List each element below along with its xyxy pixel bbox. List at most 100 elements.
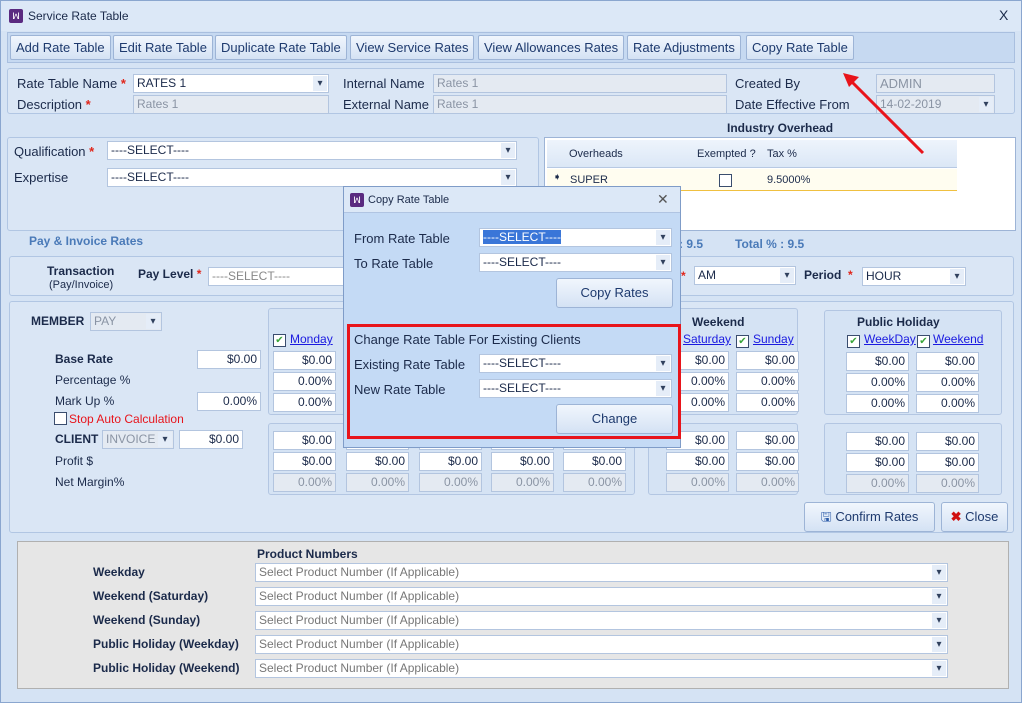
close-icon[interactable]: X [999,7,1008,23]
internal-name-field[interactable]: Rates 1 [433,74,727,93]
rate-cell[interactable]: 0.00% [273,393,336,412]
existing-rate-table-select[interactable]: ----SELECT---- [479,354,672,373]
product-row-label: Weekday [93,565,145,579]
rate-cell[interactable]: $0.00 [491,452,554,471]
from-rate-table-select[interactable]: ----SELECT---- [479,228,672,247]
rate-cell[interactable]: $0.00 [846,432,909,451]
rate-cell[interactable]: $0.00 [916,432,979,451]
client-value-field[interactable]: $0.00 [179,430,243,449]
rate-cell[interactable]: $0.00 [736,431,799,450]
product-number-select[interactable]: Select Product Number (If Applicable) [255,635,948,654]
stop-auto-calculation-label: Stop Auto Calculation [69,412,184,426]
rate-cell[interactable]: 0.00% [736,372,799,391]
rate-cell[interactable]: $0.00 [346,452,409,471]
toolbar-button-view-allowances-rates[interactable]: View Allowances Rates [478,35,625,60]
sunday-checkbox[interactable]: ✔ [736,335,749,348]
ph-weekday-link[interactable]: WeekDay [864,332,916,346]
description-field[interactable]: Rates 1 [133,95,329,114]
exempted-checkbox[interactable] [719,174,732,187]
toolbar-button-rate-adjustments[interactable]: Rate Adjustments [627,35,741,60]
dialog-close-icon[interactable]: ✕ [657,191,669,208]
rate-cell[interactable]: $0.00 [273,452,336,471]
ph-weekend-link[interactable]: Weekend [933,332,983,346]
pay-invoice-title: Pay & Invoice Rates [29,234,144,248]
expertise-select[interactable]: ----SELECT---- [107,168,517,187]
product-row-label: Weekend (Saturday) [93,589,209,603]
to-rate-table-select[interactable]: ----SELECT---- [479,253,672,272]
product-number-select[interactable]: Select Product Number (If Applicable) [255,587,948,606]
rate-cell[interactable]: $0.00 [846,453,909,472]
external-name-label: External Name [343,97,429,112]
rate-cell[interactable]: $0.00 [273,431,336,450]
rate-cell[interactable]: 0.00% [916,394,979,413]
toolbar-button-add-rate-table[interactable]: Add Rate Table [10,35,111,60]
rate-cell[interactable]: $0.00 [563,452,626,471]
toolbar-button-view-service-rates[interactable]: View Service Rates [350,35,475,60]
copy-rates-button[interactable]: Copy Rates [556,278,673,308]
rate-cell: 0.00% [563,473,626,492]
base-rate-field[interactable]: $0.00 [197,350,261,369]
rate-cell[interactable]: $0.00 [666,452,729,471]
saturday-link[interactable]: Saturday [683,332,731,346]
rate-cell[interactable]: $0.00 [419,452,482,471]
rate-cell: 0.00% [736,473,799,492]
product-number-select[interactable]: Select Product Number (If Applicable) [255,563,948,582]
ph-weekday-checkbox[interactable]: ✔ [847,335,860,348]
expertise-label: Expertise [14,170,69,185]
rate-cell[interactable]: $0.00 [916,352,979,371]
stop-auto-calculation-checkbox[interactable] [54,412,67,425]
base-rate-label: Base Rate [55,352,114,366]
app-logo-icon: ꟽ [9,9,23,23]
copy-rate-table-dialog: ꟽ Copy Rate Table ✕ From Rate Table ----… [343,186,681,448]
rate-cell: 0.00% [666,473,729,492]
rate-cell[interactable]: $0.00 [736,351,799,370]
rate-cell[interactable]: 0.00% [846,373,909,392]
overhead-name: SUPER [570,174,608,186]
confirm-rates-button[interactable]: 🖫 Confirm Rates [804,502,935,532]
col-overheads: Overheads [569,148,623,160]
col-exempted: Exempted ? [697,148,756,160]
am-pm-select[interactable]: AM [694,266,796,285]
public-holiday-title: Public Holiday [857,315,940,329]
toolbar-button-copy-rate-table[interactable]: Copy Rate Table [746,35,854,60]
change-section-title: Change Rate Table For Existing Clients [354,332,581,347]
rate-cell[interactable]: $0.00 [916,453,979,472]
title-bar: ꟽ Service Rate Table X [1,1,1021,31]
product-number-select[interactable]: Select Product Number (If Applicable) [255,659,948,678]
rate-cell: 0.00% [916,474,979,493]
product-row-label: Public Holiday (Weekday) [93,637,239,651]
qualification-select[interactable]: ----SELECT---- [107,141,517,160]
percentage-label: Percentage % [55,373,131,387]
change-button[interactable]: Change [556,404,673,434]
monday-checkbox[interactable]: ✔ [273,334,286,347]
member-type-select[interactable]: PAY [90,312,162,331]
rate-table-name-select[interactable]: RATES 1 [133,74,329,93]
created-by-label: Created By [735,76,801,91]
close-x-icon: ✖ [950,509,962,524]
industry-overhead-title: Industry Overhead [727,121,834,135]
profit-label: Profit $ [55,454,94,468]
markup-field[interactable]: 0.00% [197,392,261,411]
external-name-field[interactable]: Rates 1 [433,95,727,114]
rate-cell: 0.00% [419,473,482,492]
close-button[interactable]: ✖ Close [941,502,1008,532]
sunday-link[interactable]: Sunday [753,332,794,346]
rate-cell[interactable]: 0.00% [736,393,799,412]
dialog-title: Copy Rate Table [368,194,450,206]
client-type-select[interactable]: INVOICE [102,430,174,449]
product-number-select[interactable]: Select Product Number (If Applicable) [255,611,948,630]
toolbar-button-edit-rate-table[interactable]: Edit Rate Table [113,35,213,60]
rate-cell[interactable]: 0.00% [273,372,336,391]
qualification-label: Qualification * [14,144,95,159]
rate-cell[interactable]: $0.00 [846,352,909,371]
rate-cell[interactable]: $0.00 [273,351,336,370]
monday-link[interactable]: Monday [290,332,333,346]
new-rate-table-select[interactable]: ----SELECT---- [479,379,672,398]
rate-cell[interactable]: 0.00% [846,394,909,413]
period-select[interactable]: HOUR [862,267,966,286]
period-label: Period * [804,268,853,282]
rate-cell[interactable]: $0.00 [736,452,799,471]
rate-cell[interactable]: 0.00% [916,373,979,392]
ph-weekend-checkbox[interactable]: ✔ [917,335,930,348]
toolbar-button-duplicate-rate-table[interactable]: Duplicate Rate Table [215,35,347,60]
